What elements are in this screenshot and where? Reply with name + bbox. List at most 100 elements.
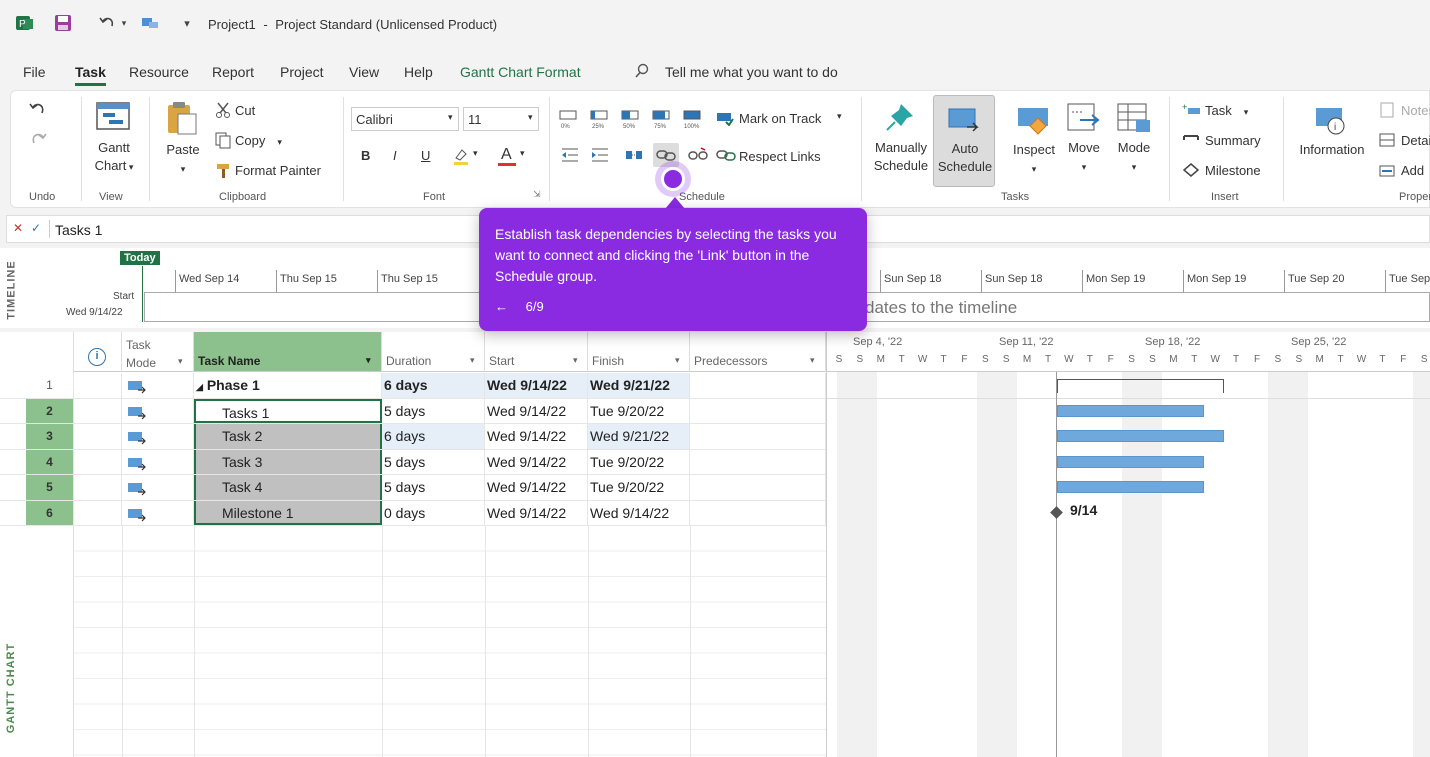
undo-icon[interactable] xyxy=(96,12,118,34)
gantt-chart-button[interactable]: Gantt Chart ▾ xyxy=(93,139,135,176)
task-name-cell[interactable]: Milestone 1 xyxy=(194,500,382,525)
start-cell[interactable]: Wed 9/14/22 xyxy=(485,373,588,398)
split-task-icon[interactable] xyxy=(623,145,645,165)
milestone-icon[interactable] xyxy=(1181,161,1201,179)
font-size-select[interactable]: 11 ▾ xyxy=(463,107,539,131)
underline-button[interactable]: U xyxy=(421,148,430,163)
insert-task-button[interactable]: Task ▾ xyxy=(1205,103,1248,118)
notes-button[interactable]: Notes xyxy=(1401,103,1430,118)
information-icon[interactable]: i xyxy=(1313,103,1351,137)
pct-50-icon[interactable]: 50% xyxy=(619,107,641,131)
format-painter-button[interactable]: Format Painter xyxy=(235,163,321,178)
bold-button[interactable]: B xyxy=(361,148,370,163)
duration-cell[interactable]: 6 days xyxy=(382,424,485,449)
details-icon[interactable] xyxy=(1377,131,1397,149)
cut-icon[interactable] xyxy=(213,101,233,119)
predecessors-cell[interactable] xyxy=(690,500,826,525)
information-button[interactable]: Information xyxy=(1293,141,1371,159)
row-number[interactable]: 2 xyxy=(26,398,74,423)
pct-100-icon[interactable]: 100% xyxy=(681,107,703,131)
pct-0-icon[interactable]: 0% xyxy=(557,107,579,131)
highlight-icon[interactable] xyxy=(451,145,471,167)
finish-cell[interactable]: Wed 9/14/22 xyxy=(588,500,690,525)
save-icon[interactable] xyxy=(52,12,74,34)
duration-cell[interactable]: 5 days xyxy=(382,449,485,474)
row-number[interactable]: 1 xyxy=(26,373,74,398)
inspect-button[interactable]: Inspect ▾ xyxy=(1007,141,1061,178)
finish-header[interactable]: Finish ▾ xyxy=(588,332,690,372)
duration-cell[interactable]: 0 days xyxy=(382,500,485,525)
table-row[interactable]: 3 Task 2 6 days Wed 9/14/22 Wed 9/21/22 xyxy=(0,424,826,450)
task-bar[interactable] xyxy=(1057,481,1204,493)
mark-on-track-dropdown-icon[interactable]: ▾ xyxy=(837,111,842,122)
task-bar[interactable] xyxy=(1057,456,1204,468)
pushpin-icon[interactable] xyxy=(881,99,919,135)
row-number[interactable]: 6 xyxy=(26,500,74,525)
task-mode-header[interactable]: Task Mode ▾ xyxy=(122,332,194,372)
tab-view[interactable]: View xyxy=(349,64,379,80)
predecessors-cell[interactable] xyxy=(690,449,826,474)
summary-bar[interactable] xyxy=(1057,379,1224,393)
table-row[interactable]: 4 Task 3 5 days Wed 9/14/22 Tue 9/20/22 xyxy=(0,449,826,475)
format-painter-icon[interactable] xyxy=(213,161,233,179)
row-number[interactable]: 5 xyxy=(26,475,74,500)
task-name-cell[interactable]: ◢ Phase 1 xyxy=(194,373,382,398)
pct-25-icon[interactable]: 25% xyxy=(588,107,610,131)
inspect-icon[interactable] xyxy=(1015,103,1053,137)
tab-report[interactable]: Report xyxy=(212,64,254,80)
move-icon[interactable] xyxy=(1065,101,1103,135)
start-cell[interactable]: Wed 9/14/22 xyxy=(485,449,588,474)
finish-cell[interactable]: Tue 9/20/22 xyxy=(588,398,690,423)
unlink-tasks-icon[interactable] xyxy=(687,145,709,165)
move-button[interactable]: Move ▾ xyxy=(1061,139,1107,176)
start-cell[interactable]: Wed 9/14/22 xyxy=(485,500,588,525)
predecessors-cell[interactable] xyxy=(690,398,826,423)
italic-button[interactable]: I xyxy=(393,148,397,163)
finish-cell[interactable]: Tue 9/20/22 xyxy=(588,449,690,474)
confirm-entry-icon[interactable]: ✓ xyxy=(31,221,41,235)
details-button[interactable]: Details xyxy=(1401,133,1430,148)
table-row[interactable]: 5 Task 4 5 days Wed 9/14/22 Tue 9/20/22 xyxy=(0,475,826,501)
tab-project[interactable]: Project xyxy=(280,64,324,80)
row-number[interactable]: 4 xyxy=(26,449,74,474)
font-color-button[interactable]: A xyxy=(498,143,516,167)
tab-resource[interactable]: Resource xyxy=(129,64,189,80)
mark-on-track-button[interactable]: Mark on Track xyxy=(739,111,821,126)
task-mode-cell[interactable] xyxy=(122,373,194,398)
qat-more-icon[interactable]: ▾ xyxy=(176,12,198,34)
copy-button[interactable]: Copy ▾ xyxy=(235,133,282,148)
font-color-dropdown-icon[interactable]: ▾ xyxy=(520,148,525,159)
predecessors-cell[interactable] xyxy=(690,373,826,398)
manually-schedule-button[interactable]: Manually Schedule xyxy=(871,139,931,175)
finish-cell[interactable]: Tue 9/20/22 xyxy=(588,475,690,500)
milestone-diamond[interactable] xyxy=(1050,506,1063,519)
task-name-cell[interactable]: Task 3 xyxy=(194,449,382,474)
mark-on-track-icon[interactable] xyxy=(715,109,735,127)
task-mode-cell[interactable] xyxy=(122,475,194,500)
tab-gantt-chart-format[interactable]: Gantt Chart Format xyxy=(460,64,581,80)
task-bar[interactable] xyxy=(1057,405,1204,417)
gantt-chart-icon[interactable] xyxy=(93,99,133,133)
predecessors-cell[interactable] xyxy=(690,475,826,500)
customize-icon[interactable] xyxy=(140,12,162,34)
task-mode-cell[interactable] xyxy=(122,424,194,449)
indicators-header[interactable]: i xyxy=(74,332,122,372)
duration-header[interactable]: Duration ▾ xyxy=(382,332,485,372)
tab-file[interactable]: File xyxy=(23,64,46,80)
back-arrow-icon[interactable]: ← xyxy=(495,299,508,314)
mode-icon[interactable] xyxy=(1115,101,1153,135)
ribbon-redo-icon[interactable] xyxy=(25,127,51,151)
task-name-cell[interactable]: Task 4 xyxy=(194,475,382,500)
auto-schedule-button[interactable]: Auto Schedule xyxy=(933,95,995,187)
table-row[interactable]: 6 Milestone 1 0 days Wed 9/14/22 Wed 9/1… xyxy=(0,500,826,526)
copy-icon[interactable] xyxy=(213,131,233,149)
respect-links-icon[interactable] xyxy=(715,145,737,165)
duration-cell[interactable]: 5 days xyxy=(382,398,485,423)
summary-button[interactable]: Summary xyxy=(1205,133,1261,148)
start-cell[interactable]: Wed 9/14/22 xyxy=(485,475,588,500)
tab-help[interactable]: Help xyxy=(404,64,433,80)
finish-cell[interactable]: Wed 9/21/22 xyxy=(588,424,690,449)
task-name-cell[interactable]: Tasks 1 xyxy=(194,398,382,423)
task-mode-cell[interactable] xyxy=(122,449,194,474)
tab-task[interactable]: Task xyxy=(75,64,106,86)
